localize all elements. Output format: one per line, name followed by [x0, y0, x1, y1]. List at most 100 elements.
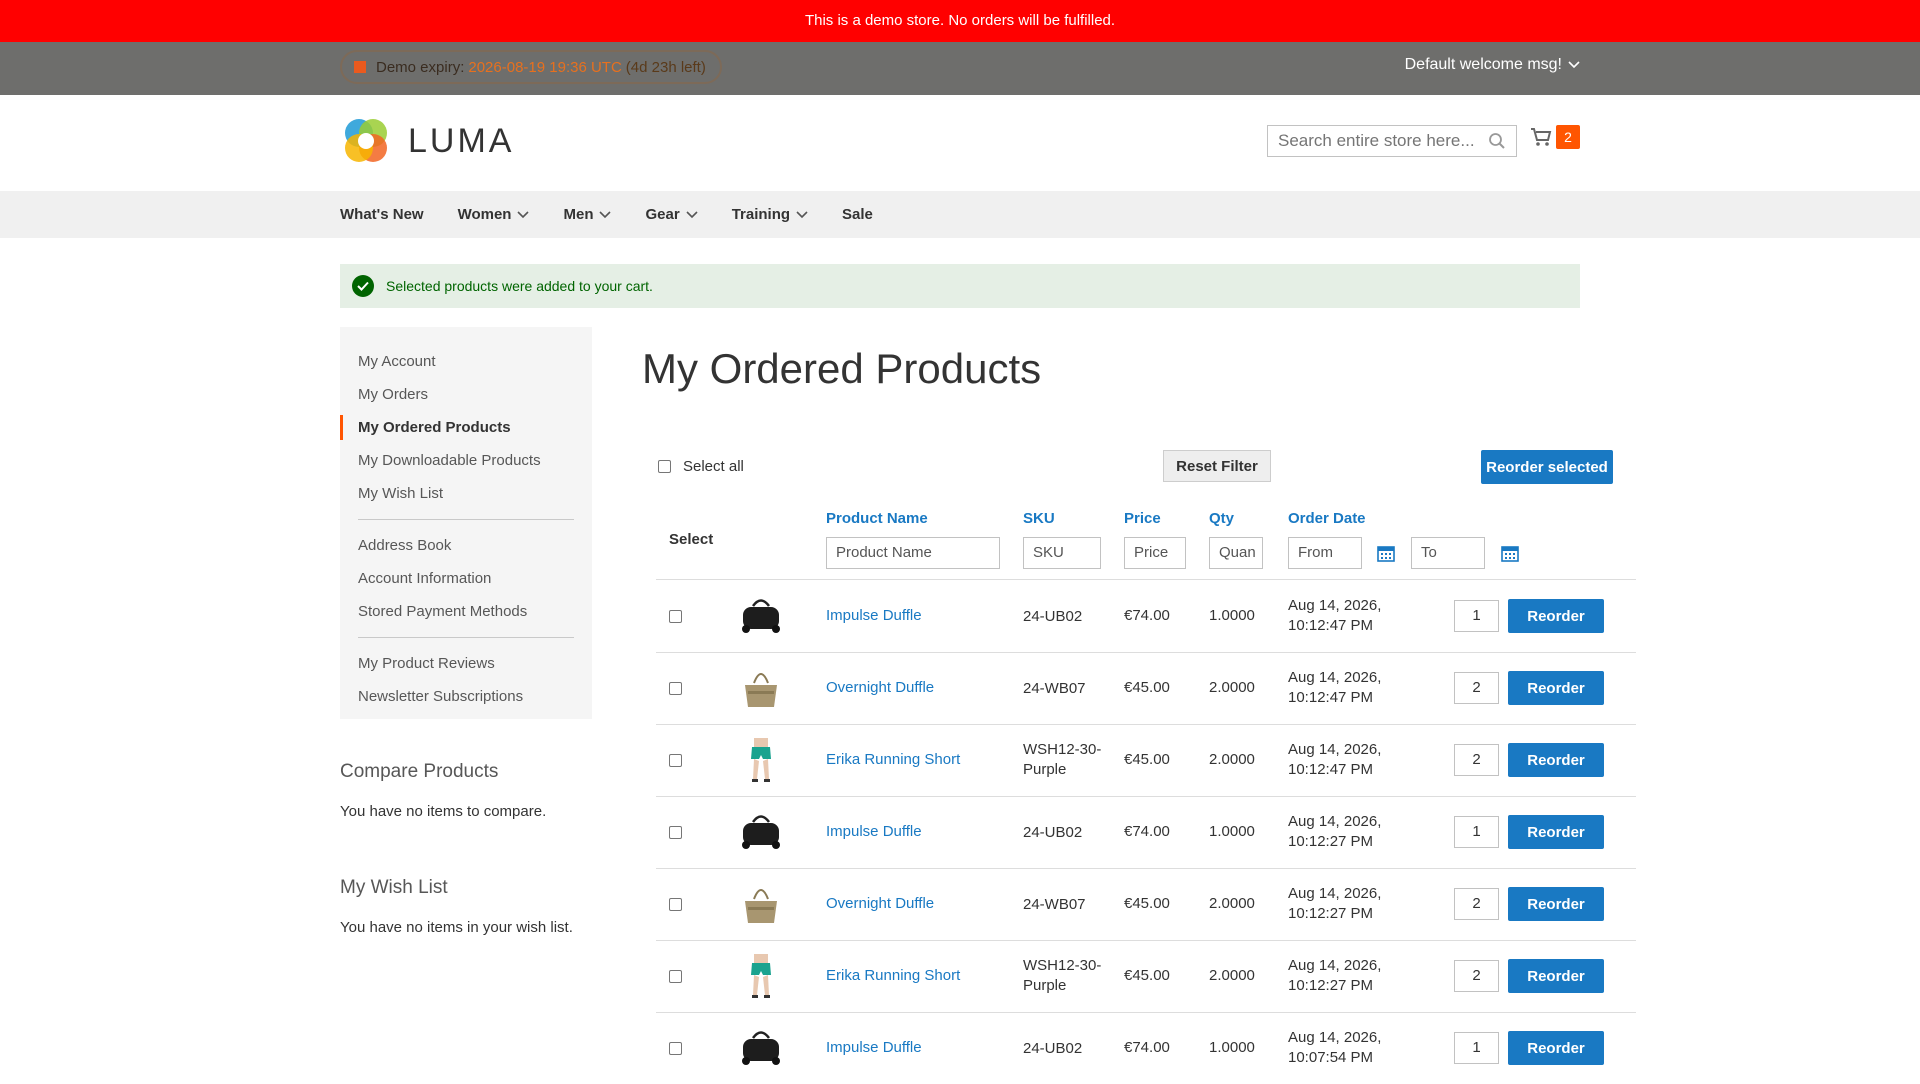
sku-line: Purple: [1023, 977, 1067, 994]
sidebar-item-stored-payment-methods[interactable]: Stored Payment Methods: [340, 595, 592, 628]
logo[interactable]: LUMA: [340, 115, 514, 167]
running-short-thumbnail[interactable]: [736, 735, 786, 785]
product-name-link[interactable]: Impulse Duffle: [826, 823, 922, 840]
row-select-checkbox[interactable]: [669, 1042, 682, 1055]
select-column-header: Select: [669, 531, 714, 548]
table-row: Erika Running Short WSH12-30- Purple €45.…: [656, 724, 1636, 797]
product-name-link[interactable]: Erika Running Short: [826, 751, 960, 768]
sidebar-item-my-wish-list[interactable]: My Wish List: [340, 477, 592, 510]
reorder-qty-input[interactable]: 1: [1454, 1032, 1499, 1064]
product-name-link[interactable]: Impulse Duffle: [826, 607, 922, 624]
reorder-qty-input[interactable]: 2: [1454, 744, 1499, 776]
reorder-button[interactable]: Reorder: [1508, 887, 1604, 921]
main-nav: What's New Women Men Gear Training Sale: [0, 191, 1920, 238]
product-name-link[interactable]: Erika Running Short: [826, 967, 960, 984]
search-input[interactable]: [1268, 131, 1488, 151]
table-row: Impulse Duffle 24-UB02 €74.00 1.0000 Aug…: [656, 580, 1636, 653]
reorder-button[interactable]: Reorder: [1508, 1031, 1604, 1065]
minicart[interactable]: 2: [1530, 125, 1580, 149]
row-select-checkbox[interactable]: [669, 898, 682, 911]
welcome-dropdown[interactable]: Default welcome msg!: [1405, 56, 1580, 74]
nav-item-training[interactable]: Training: [732, 206, 808, 223]
filter-sku-input[interactable]: SKU: [1023, 537, 1101, 569]
check-circle-icon: [352, 275, 374, 297]
table-row: Impulse Duffle 24-UB02 €74.00 1.0000 Aug…: [656, 1012, 1636, 1084]
reorder-qty-input[interactable]: 1: [1454, 816, 1499, 848]
reorder-qty-input[interactable]: 2: [1454, 888, 1499, 920]
expiry-label: Demo expiry:: [376, 58, 465, 76]
filter-price-input[interactable]: Price: [1124, 537, 1186, 569]
filter-date-from-input[interactable]: From: [1288, 537, 1362, 569]
sidebar-item-my-downloadable-products[interactable]: My Downloadable Products: [340, 444, 592, 477]
order-date-day: Aug 14, 2026,: [1288, 885, 1382, 902]
row-select-checkbox[interactable]: [669, 754, 682, 767]
column-header-sku[interactable]: SKU: [1023, 510, 1055, 527]
reorder-button[interactable]: Reorder: [1508, 599, 1604, 633]
reorder-button[interactable]: Reorder: [1508, 743, 1604, 777]
sidebar-item-my-product-reviews[interactable]: My Product Reviews: [340, 647, 592, 680]
product-name-link[interactable]: Impulse Duffle: [826, 1039, 922, 1056]
reorder-button[interactable]: Reorder: [1508, 815, 1604, 849]
wishlist-title: My Wish List: [340, 877, 448, 898]
sidebar-item-address-book[interactable]: Address Book: [340, 529, 592, 562]
row-select-checkbox[interactable]: [669, 970, 682, 983]
product-sku: 24-UB02: [1023, 824, 1083, 841]
black-duffle-thumbnail[interactable]: [736, 1023, 786, 1073]
row-select-checkbox[interactable]: [669, 610, 682, 623]
reorder-button[interactable]: Reorder: [1508, 959, 1604, 993]
row-select-checkbox[interactable]: [669, 826, 682, 839]
nav-label: Men: [563, 206, 594, 223]
reorder-button[interactable]: Reorder: [1508, 671, 1604, 705]
column-header-order-date[interactable]: Order Date: [1288, 510, 1366, 527]
sidebar-item-account-information[interactable]: Account Information: [340, 562, 592, 595]
tan-bag-thumbnail[interactable]: [736, 663, 786, 713]
sidebar-item-newsletter-subscriptions[interactable]: Newsletter Subscriptions: [340, 680, 592, 713]
column-header-product-name[interactable]: Product Name: [826, 510, 928, 527]
nav-item-gear[interactable]: Gear: [645, 206, 698, 223]
reorder-qty-input[interactable]: 2: [1454, 960, 1499, 992]
product-sku: 24-UB02: [1023, 1040, 1083, 1057]
column-header-price[interactable]: Price: [1124, 510, 1161, 527]
running-short-thumbnail[interactable]: [736, 951, 786, 1001]
tan-bag-thumbnail[interactable]: [736, 879, 786, 929]
nav-item-whats-new[interactable]: What's New: [340, 206, 424, 223]
filter-qty-input[interactable]: Quan: [1209, 537, 1263, 569]
product-name-link[interactable]: Overnight Duffle: [826, 679, 934, 696]
order-date-time: 10:12:47 PM: [1288, 761, 1374, 778]
calendar-icon[interactable]: [1501, 544, 1519, 562]
filter-product-name-input[interactable]: Product Name: [826, 537, 1000, 569]
page-title: My Ordered Products: [642, 345, 1042, 392]
cart-count-badge: 2: [1556, 125, 1580, 149]
product-sku: 24-UB02: [1023, 608, 1083, 625]
calendar-icon[interactable]: [1377, 544, 1395, 562]
order-date: Aug 14, 2026, 10:12:47 PM: [1288, 668, 1381, 708]
product-name-link[interactable]: Overnight Duffle: [826, 895, 934, 912]
column-header-qty[interactable]: Qty: [1209, 510, 1234, 527]
black-duffle-thumbnail[interactable]: [736, 591, 786, 641]
nav-item-women[interactable]: Women: [458, 206, 530, 223]
sidebar-item-my-orders[interactable]: My Orders: [340, 378, 592, 411]
reset-filter-button[interactable]: Reset Filter: [1163, 450, 1271, 482]
chevron-down-icon: [599, 210, 612, 218]
select-all-checkbox[interactable]: [658, 459, 671, 473]
reorder-qty-input[interactable]: 2: [1454, 672, 1499, 704]
nav-item-men[interactable]: Men: [563, 206, 612, 223]
sidebar-item-my-account[interactable]: My Account: [340, 345, 592, 378]
order-date: Aug 14, 2026, 10:07:54 PM: [1288, 1028, 1381, 1068]
order-date: Aug 14, 2026, 10:12:47 PM: [1288, 596, 1381, 636]
sidebar-item-my-ordered-products[interactable]: My Ordered Products: [340, 411, 592, 444]
filter-date-to-input[interactable]: To: [1411, 537, 1485, 569]
reorder-selected-button[interactable]: Reorder selected: [1481, 450, 1613, 484]
expiry-left: (4d 23h left): [625, 58, 706, 76]
black-duffle-thumbnail[interactable]: [736, 807, 786, 857]
row-select-checkbox[interactable]: [669, 682, 682, 695]
search-icon[interactable]: [1488, 132, 1506, 150]
select-all[interactable]: Select all: [658, 447, 744, 485]
product-price: €74.00: [1124, 823, 1170, 840]
nav-item-sale[interactable]: Sale: [842, 206, 873, 223]
order-date-day: Aug 14, 2026,: [1288, 597, 1382, 614]
product-qty: 1.0000: [1209, 607, 1255, 624]
logo-text: LUMA: [408, 121, 515, 160]
products-toolbar: Select all Reset Filter Reorder selected: [658, 447, 1613, 485]
reorder-qty-input[interactable]: 1: [1454, 600, 1499, 632]
